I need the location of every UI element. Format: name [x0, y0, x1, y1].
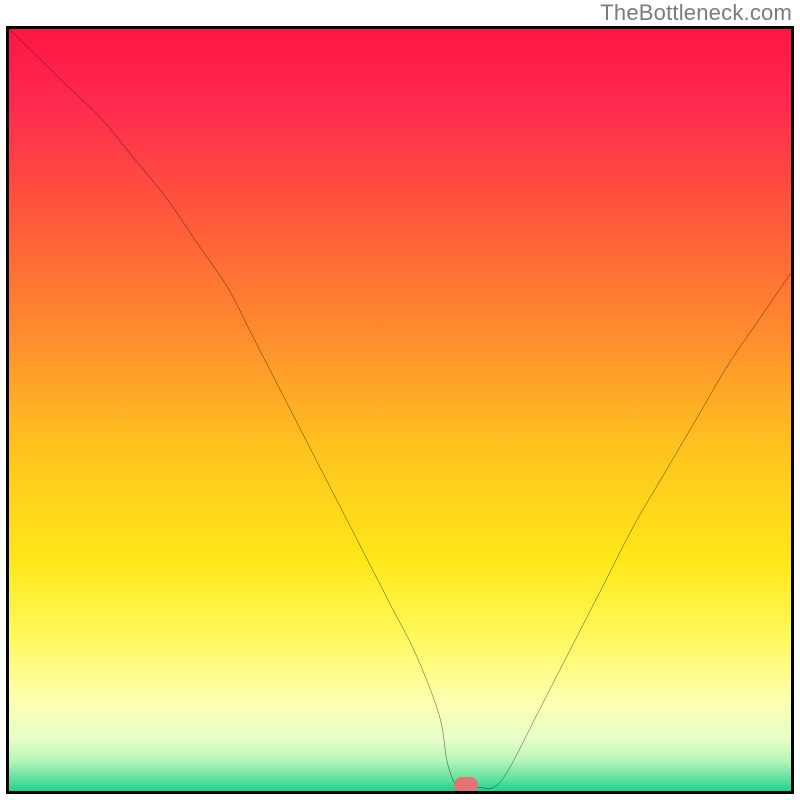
bottleneck-curve [9, 29, 791, 791]
plot-frame [6, 26, 794, 794]
chart-container: TheBottleneck.com [0, 0, 800, 800]
optimal-point-marker [454, 777, 478, 793]
watermark-text: TheBottleneck.com [600, 0, 792, 26]
